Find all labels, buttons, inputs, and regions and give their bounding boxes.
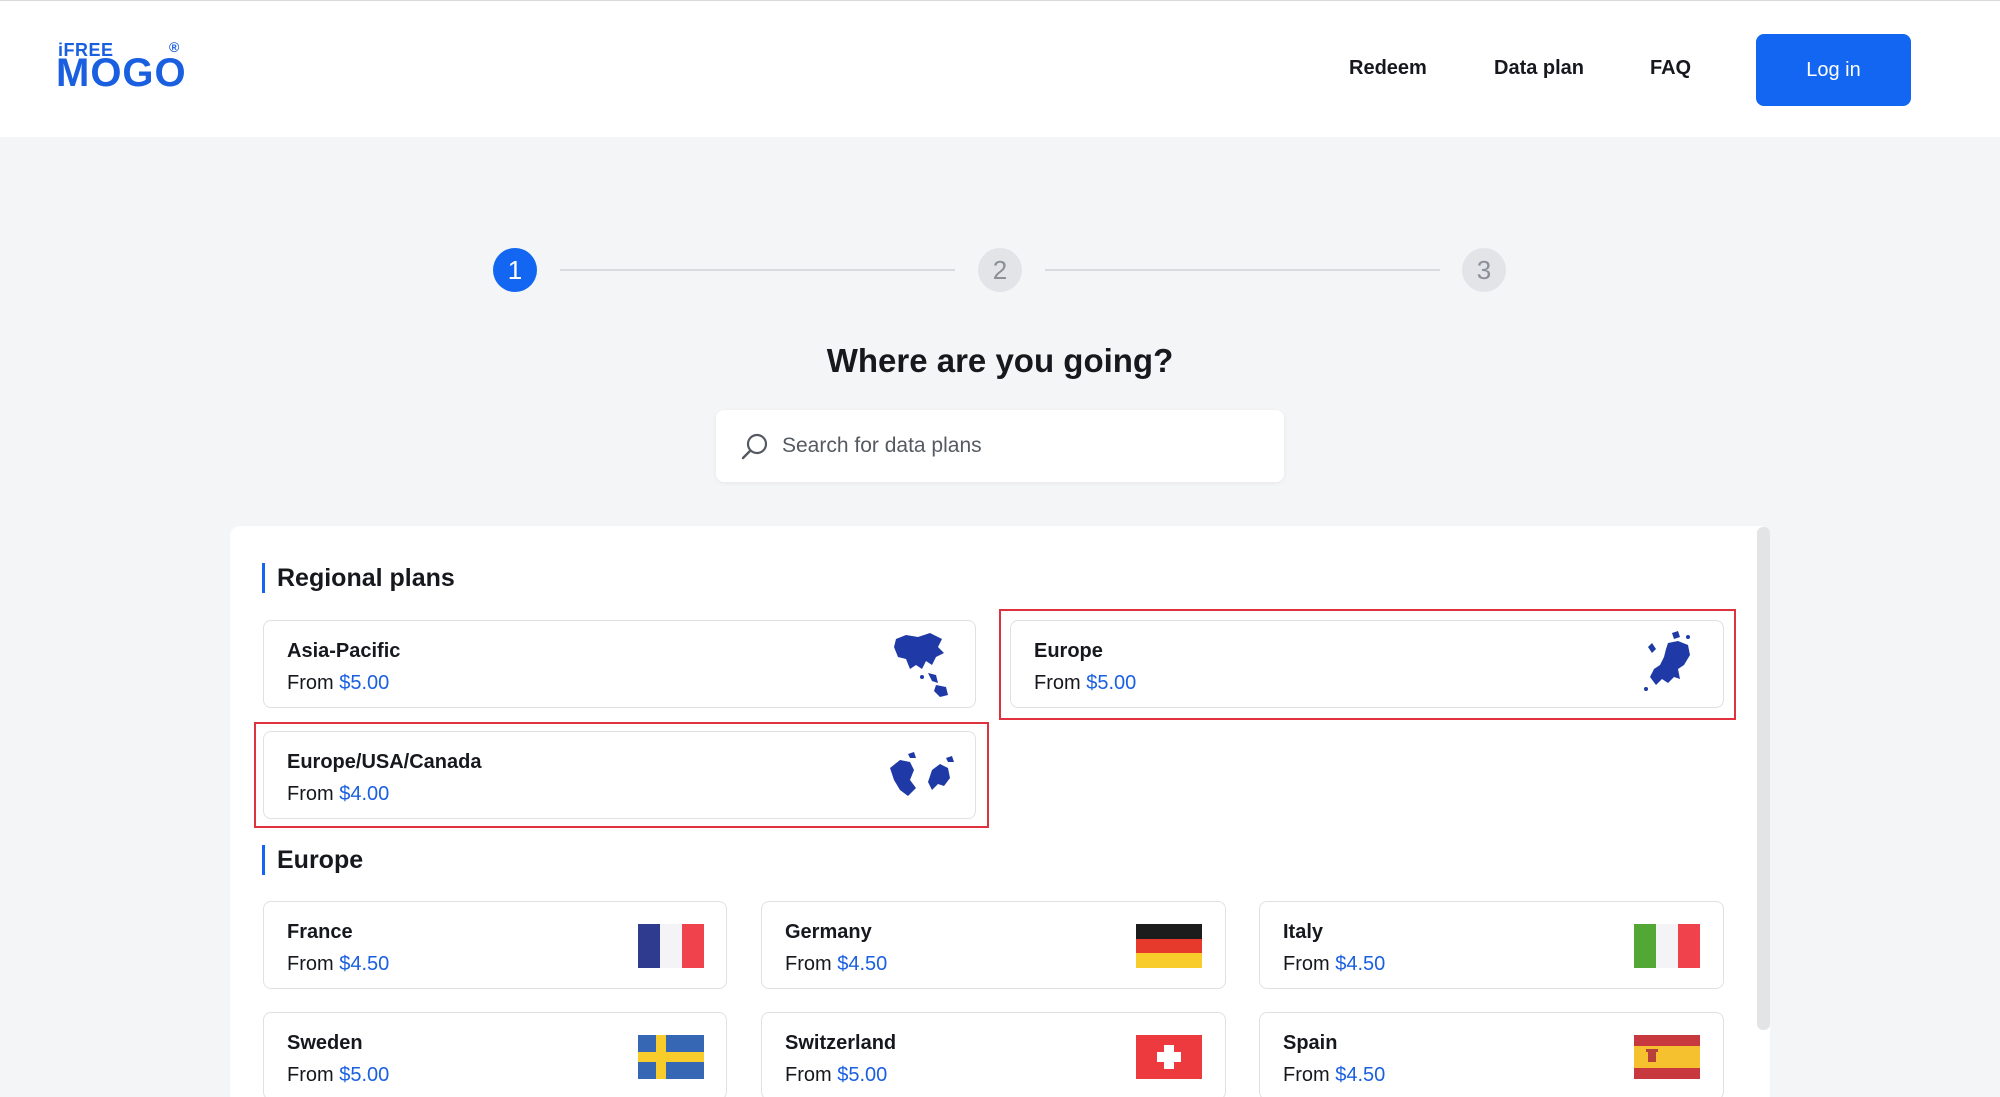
page-title: Where are you going? [826,342,1174,379]
switzerland-flag-icon [1136,1035,1202,1079]
plan-card-europe[interactable]: Europe From $5.00 [1010,620,1724,708]
europe-usa-canada-map-icon [890,752,954,796]
plan-name: Spain [1283,1032,1338,1054]
plan-price: From $5.00 [287,672,390,694]
nav-faq-link[interactable]: FAQ [1650,57,1691,80]
plan-name: Italy [1283,921,1324,943]
plan-name: Europe [1034,640,1103,662]
step-3-indicator: 3 [1462,248,1506,292]
italy-flag-icon [1634,924,1700,968]
spain-flag-icon [1634,1035,1700,1079]
plan-price: From $5.00 [287,1064,390,1086]
plan-card-sweden[interactable]: Sweden From $5.00 [263,1012,727,1097]
regional-plans-heading: Regional plans [262,563,455,593]
search-input[interactable] [782,410,1262,482]
germany-flag-icon [1136,924,1202,968]
step-2-indicator: 2 [978,248,1022,292]
plan-card-switzerland[interactable]: Switzerland From $5.00 [761,1012,1226,1097]
plan-price: From $4.50 [1283,1064,1386,1086]
plan-name: Sweden [287,1032,363,1054]
plan-card-italy[interactable]: Italy From $4.50 [1259,901,1724,989]
nav-data-plan-link[interactable]: Data plan [1494,57,1584,80]
step-connector-2 [1045,269,1440,271]
plan-price: From $4.00 [287,783,390,805]
search-box[interactable] [716,410,1284,482]
plan-name: France [287,921,353,943]
log-in-button[interactable]: Log in [1756,34,1911,106]
plan-card-asia-pacific[interactable]: Asia-Pacific From $5.00 [263,620,976,708]
plan-card-spain[interactable]: Spain From $4.50 [1259,1012,1724,1097]
search-icon [741,433,768,460]
step-connector-1 [560,269,955,271]
plan-card-europe-usa-canada[interactable]: Europe/USA/Canada From $4.00 [263,731,976,819]
plan-name: Switzerland [785,1032,897,1054]
plan-card-france[interactable]: France From $4.50 [263,901,727,989]
plan-name: Asia-Pacific [287,640,401,662]
panel-scrollbar[interactable] [1757,527,1770,1030]
logo-mogo-text: MOGO [56,51,187,95]
plan-price: From $5.00 [1034,672,1137,694]
plan-price: From $4.50 [1283,953,1386,975]
plan-price: From $4.50 [287,953,390,975]
france-flag-icon [638,924,704,968]
header: iFREE ® MOGO Redeem Data plan FAQ Log in [0,0,2000,137]
europe-heading: Europe [262,845,363,875]
plan-name: Germany [785,921,872,943]
europe-map-icon [1644,631,1690,691]
step-1-indicator: 1 [493,248,537,292]
nav-redeem-link[interactable]: Redeem [1349,57,1427,80]
plan-name: Europe/USA/Canada [287,751,482,773]
asia-pacific-map-icon [894,633,948,697]
sweden-flag-icon [638,1035,704,1079]
plan-price: From $5.00 [785,1064,888,1086]
plan-card-germany[interactable]: Germany From $4.50 [761,901,1226,989]
ifree-mogo-logo[interactable]: iFREE ® MOGO [56,37,188,95]
plan-price: From $4.50 [785,953,888,975]
